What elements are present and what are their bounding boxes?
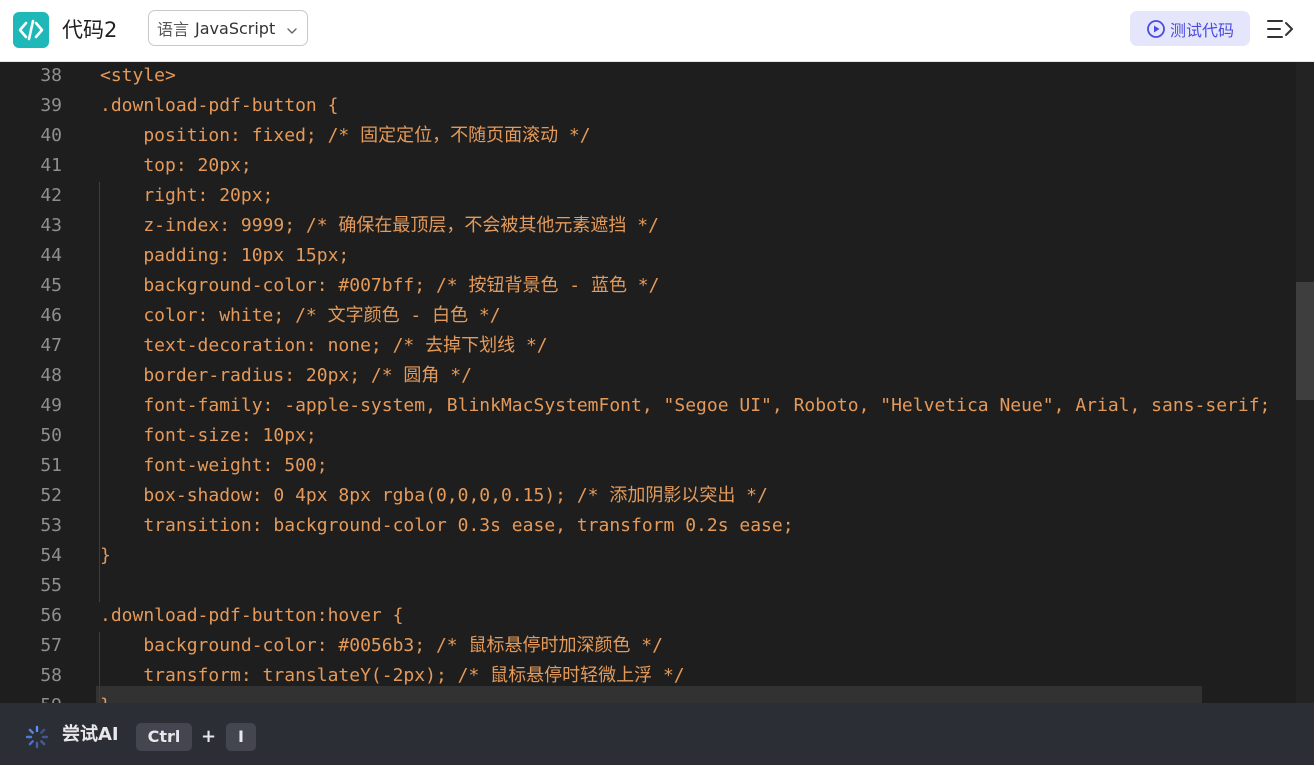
line-code[interactable]: transition: background-color 0.3s ease, … xyxy=(100,511,793,541)
line-number: 59 xyxy=(0,691,62,703)
line-number: 50 xyxy=(40,425,62,446)
language-select-prefix: 语言 xyxy=(157,20,190,39)
line-number: 56 xyxy=(40,605,62,626)
top-toolbar: 代码2 语言 JavaScript 测试代码 xyxy=(0,0,1314,62)
code-line[interactable]: 48 border-radius: 20px; /* 圆角 */ xyxy=(0,361,1296,391)
line-number: 53 xyxy=(40,515,62,536)
line-number: 52 xyxy=(40,485,62,506)
line-number: 51 xyxy=(40,455,62,476)
line-code[interactable]: .download-pdf-button:hover { xyxy=(100,601,403,631)
line-code[interactable]: box-shadow: 0 4px 8px rgba(0,0,0,0.15); … xyxy=(100,481,768,511)
line-code[interactable]: top: 20px; xyxy=(100,151,251,181)
line-code[interactable]: padding: 10px 15px; xyxy=(100,241,349,271)
line-number: 38 xyxy=(40,65,62,86)
code-line[interactable]: 44 padding: 10px 15px; xyxy=(0,241,1296,271)
code-line[interactable]: 45 background-color: #007bff; /* 按钮背景色 -… xyxy=(0,271,1296,301)
line-number: 44 xyxy=(40,245,62,266)
line-number: 54 xyxy=(40,545,62,566)
line-code[interactable]: background-color: #0056b3; /* 鼠标悬停时加深颜色 … xyxy=(100,631,663,661)
line-code[interactable]: } xyxy=(100,691,111,703)
code-line[interactable]: 56 .download-pdf-button:hover { xyxy=(0,601,1296,631)
line-number: 55 xyxy=(40,575,62,596)
line-code[interactable]: <style> xyxy=(100,62,176,91)
code-line[interactable]: 57 background-color: #0056b3; /* 鼠标悬停时加深… xyxy=(0,631,1296,661)
code-line[interactable]: 39 .download-pdf-button { xyxy=(0,91,1296,121)
line-number: 39 xyxy=(40,95,62,116)
line-number: 57 xyxy=(40,635,62,656)
code-line[interactable]: 46 color: white; /* 文字颜色 - 白色 */ xyxy=(0,301,1296,331)
page-title: 代码2 xyxy=(62,18,118,42)
scrollbar-thumb[interactable] xyxy=(1296,282,1314,400)
try-ai-label: 尝试AI xyxy=(62,724,119,745)
line-code[interactable]: background-color: #007bff; /* 按钮背景色 - 蓝色… xyxy=(100,271,659,301)
line-code[interactable]: transform: translateY(-2px); /* 鼠标悬停时轻微上… xyxy=(100,661,684,691)
run-code-button-label: 测试代码 xyxy=(1169,20,1234,40)
code-brackets-icon xyxy=(13,12,49,48)
line-number: 40 xyxy=(40,125,62,146)
code-line[interactable]: 53 transition: background-color 0.3s eas… xyxy=(0,511,1296,541)
line-code[interactable]: font-size: 10px; xyxy=(100,421,316,451)
code-editor[interactable]: 38 <style> 39 .download-pdf-button {40 posi… xyxy=(0,62,1314,703)
code-line[interactable]: 41 top: 20px; xyxy=(0,151,1296,181)
line-code[interactable]: border-radius: 20px; /* 圆角 */ xyxy=(100,361,472,391)
chevron-down-icon xyxy=(286,22,298,41)
line-number: 58 xyxy=(40,665,62,686)
line-code[interactable]: text-decoration: none; /* 去掉下划线 */ xyxy=(100,331,547,361)
code-line[interactable]: 55 xyxy=(0,571,1296,601)
language-select[interactable]: 语言 JavaScript xyxy=(148,10,308,46)
line-number: 45 xyxy=(40,275,62,296)
run-code-button[interactable]: 测试代码 xyxy=(1130,11,1250,46)
code-line[interactable]: 51 font-weight: 500; xyxy=(0,451,1296,481)
line-code[interactable]: z-index: 9999; /* 确保在最顶层，不会被其他元素遮挡 */ xyxy=(100,211,659,241)
line-number: 47 xyxy=(40,335,62,356)
line-number: 46 xyxy=(40,305,62,326)
play-circle-icon xyxy=(1146,19,1166,39)
line-code[interactable]: right: 20px; xyxy=(100,181,273,211)
line-number: 42 xyxy=(40,185,62,206)
line-number: 41 xyxy=(40,155,62,176)
code-line[interactable]: 43 z-index: 9999; /* 确保在最顶层，不会被其他元素遮挡 */ xyxy=(0,211,1296,241)
line-number: 49 xyxy=(40,395,62,416)
code-line[interactable]: 40 position: fixed; /* 固定定位，不随页面滚动 */ xyxy=(0,121,1296,151)
line-number: 43 xyxy=(40,215,62,236)
code-line[interactable]: 58 transform: translateY(-2px); /* 鼠标悬停时… xyxy=(0,661,1296,691)
code-line[interactable]: 54} xyxy=(0,541,1296,571)
collapse-menu-icon[interactable] xyxy=(1264,15,1296,43)
vertical-scrollbar[interactable] xyxy=(1296,62,1314,703)
line-code[interactable]: .download-pdf-button { xyxy=(100,91,338,121)
code-line[interactable]: 49 font-family: -apple-system, BlinkMacS… xyxy=(0,391,1296,421)
line-code[interactable]: position: fixed; /* 固定定位，不随页面滚动 */ xyxy=(100,121,590,151)
sparkle-loading-icon xyxy=(25,725,49,753)
language-select-value: JavaScript xyxy=(195,18,276,38)
line-code[interactable]: font-weight: 500; xyxy=(100,451,327,481)
line-code[interactable]: } xyxy=(100,541,111,571)
line-code[interactable]: color: white; /* 文字颜色 - 白色 */ xyxy=(100,301,500,331)
shortcut-ctrl-key: Ctrl xyxy=(136,723,192,751)
try-ai-bar[interactable]: 尝试AI Ctrl + I xyxy=(0,703,1314,765)
code-line[interactable]: 42 right: 20px; xyxy=(0,181,1296,211)
shortcut-plus: + xyxy=(201,726,217,747)
code-line[interactable]: 47 text-decoration: none; /* 去掉下划线 */ xyxy=(0,331,1296,361)
line-code[interactable]: font-family: -apple-system, BlinkMacSyst… xyxy=(100,391,1270,421)
code-line[interactable]: 52 box-shadow: 0 4px 8px rgba(0,0,0,0.15… xyxy=(0,481,1296,511)
shortcut-i-key: I xyxy=(226,723,256,751)
code-line[interactable]: 50 font-size: 10px; xyxy=(0,421,1296,451)
code-line[interactable]: 38 <style> xyxy=(0,62,1296,91)
line-number: 48 xyxy=(40,365,62,386)
code-line[interactable]: 59} xyxy=(0,691,1296,703)
